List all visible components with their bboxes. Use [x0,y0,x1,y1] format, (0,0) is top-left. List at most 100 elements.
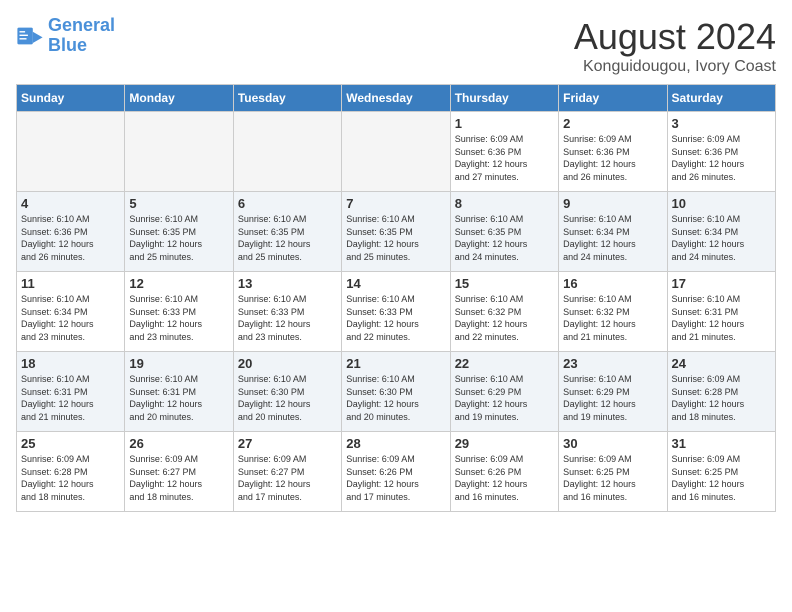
weekday-header: Sunday [17,85,125,112]
calendar-day-cell: 25 Sunrise: 6:09 AMSunset: 6:28 PMDayligh… [17,432,125,512]
calendar-week-row: 18 Sunrise: 6:10 AMSunset: 6:31 PMDayligh… [17,352,776,432]
day-number: 11 [21,276,120,291]
weekday-header: Monday [125,85,233,112]
calendar-day-cell: 29Sunrise: 6:09 AMSunset: 6:26 PMDayligh… [450,432,558,512]
day-number: 1 [455,116,554,131]
day-number: 4 [21,196,120,211]
calendar-day-cell: 11 Sunrise: 6:10 AMSunset: 6:34 PMDayligh… [17,272,125,352]
day-number: 18 [21,356,120,371]
day-info: Sunrise: 6:10 AMSunset: 6:31 PMDaylight:… [21,373,120,423]
calendar-week-row: 4 Sunrise: 6:10 AMSunset: 6:36 PMDaylight… [17,192,776,272]
day-number: 7 [346,196,445,211]
day-info: Sunrise: 6:10 AMSunset: 6:32 PMDaylight:… [563,293,662,343]
day-number: 16 [563,276,662,291]
calendar-day-cell: 21 Sunrise: 6:10 AMSunset: 6:30 PMDayligh… [342,352,450,432]
day-number: 25 [21,436,120,451]
day-number: 15 [455,276,554,291]
day-info: Sunrise: 6:09 AMSunset: 6:36 PMDaylight:… [455,133,554,183]
calendar-day-cell: 4 Sunrise: 6:10 AMSunset: 6:36 PMDaylight… [17,192,125,272]
day-info: Sunrise: 6:09 AMSunset: 6:27 PMDaylight:… [238,453,337,503]
calendar-day-cell: 26 Sunrise: 6:09 AMSunset: 6:27 PMDayligh… [125,432,233,512]
calendar-day-cell: 22 Sunrise: 6:10 AMSunset: 6:29 PMDayligh… [450,352,558,432]
day-number: 9 [563,196,662,211]
day-info: Sunrise: 6:10 AMSunset: 6:35 PMDaylight:… [455,213,554,263]
day-info: Sunrise: 6:10 AMSunset: 6:33 PMDaylight:… [129,293,228,343]
calendar-day-cell: 19 Sunrise: 6:10 AMSunset: 6:31 PMDayligh… [125,352,233,432]
day-number: 5 [129,196,228,211]
month-title: August 2024 [574,16,776,58]
title-area: August 2024 Konguidougou, Ivory Coast [574,16,776,76]
calendar-day-cell: 2 Sunrise: 6:09 AMSunset: 6:36 PMDaylight… [559,112,667,192]
calendar-day-cell: 27 Sunrise: 6:09 AMSunset: 6:27 PMDayligh… [233,432,341,512]
day-number: 22 [455,356,554,371]
day-number: 23 [563,356,662,371]
day-number: 29 [455,436,554,451]
calendar-day-cell: 17 Sunrise: 6:10 AMSunset: 6:31 PMDayligh… [667,272,775,352]
day-number: 3 [672,116,771,131]
calendar-day-cell: 12 Sunrise: 6:10 AMSunset: 6:33 PMDayligh… [125,272,233,352]
weekday-header-row: SundayMondayTuesdayWednesdayThursdayFrid… [17,85,776,112]
day-info: Sunrise: 6:10 AMSunset: 6:30 PMDaylight:… [346,373,445,423]
day-number: 24 [672,356,771,371]
day-info: Sunrise: 6:09 AMSunset: 6:27 PMDaylight:… [129,453,228,503]
calendar-day-cell: 6Sunrise: 6:10 AMSunset: 6:35 PMDaylight… [233,192,341,272]
logo-text: General Blue [48,16,115,56]
day-number: 26 [129,436,228,451]
calendar-day-cell: 10Sunrise: 6:10 AMSunset: 6:34 PMDayligh… [667,192,775,272]
calendar-day-cell: 18 Sunrise: 6:10 AMSunset: 6:31 PMDayligh… [17,352,125,432]
calendar-day-cell [233,112,341,192]
weekday-header: Tuesday [233,85,341,112]
calendar-day-cell: 5 Sunrise: 6:10 AMSunset: 6:35 PMDaylight… [125,192,233,272]
calendar-day-cell: 28Sunrise: 6:09 AMSunset: 6:26 PMDayligh… [342,432,450,512]
day-info: Sunrise: 6:09 AMSunset: 6:25 PMDaylight:… [563,453,662,503]
calendar-week-row: 25 Sunrise: 6:09 AMSunset: 6:28 PMDayligh… [17,432,776,512]
day-info: Sunrise: 6:09 AMSunset: 6:26 PMDaylight:… [346,453,445,503]
calendar-week-row: 11 Sunrise: 6:10 AMSunset: 6:34 PMDayligh… [17,272,776,352]
day-info: Sunrise: 6:10 AMSunset: 6:33 PMDaylight:… [238,293,337,343]
day-number: 21 [346,356,445,371]
day-number: 17 [672,276,771,291]
calendar-day-cell: 1 Sunrise: 6:09 AMSunset: 6:36 PMDaylight… [450,112,558,192]
calendar-day-cell: 20Sunrise: 6:10 AMSunset: 6:30 PMDayligh… [233,352,341,432]
day-info: Sunrise: 6:10 AMSunset: 6:34 PMDaylight:… [672,213,771,263]
calendar-day-cell: 30 Sunrise: 6:09 AMSunset: 6:25 PMDayligh… [559,432,667,512]
day-info: Sunrise: 6:10 AMSunset: 6:34 PMDaylight:… [21,293,120,343]
day-info: Sunrise: 6:10 AMSunset: 6:35 PMDaylight:… [346,213,445,263]
calendar-week-row: 1 Sunrise: 6:09 AMSunset: 6:36 PMDaylight… [17,112,776,192]
calendar-day-cell: 31Sunrise: 6:09 AMSunset: 6:25 PMDayligh… [667,432,775,512]
calendar-day-cell: 13Sunrise: 6:10 AMSunset: 6:33 PMDayligh… [233,272,341,352]
day-number: 2 [563,116,662,131]
day-number: 12 [129,276,228,291]
day-info: Sunrise: 6:10 AMSunset: 6:29 PMDaylight:… [455,373,554,423]
day-number: 31 [672,436,771,451]
weekday-header: Saturday [667,85,775,112]
day-number: 8 [455,196,554,211]
day-info: Sunrise: 6:10 AMSunset: 6:30 PMDaylight:… [238,373,337,423]
day-info: Sunrise: 6:10 AMSunset: 6:36 PMDaylight:… [21,213,120,263]
day-info: Sunrise: 6:10 AMSunset: 6:31 PMDaylight:… [672,293,771,343]
day-number: 27 [238,436,337,451]
calendar-day-cell: 3Sunrise: 6:09 AMSunset: 6:36 PMDaylight… [667,112,775,192]
day-info: Sunrise: 6:10 AMSunset: 6:35 PMDaylight:… [129,213,228,263]
day-info: Sunrise: 6:10 AMSunset: 6:31 PMDaylight:… [129,373,228,423]
day-number: 30 [563,436,662,451]
location: Konguidougou, Ivory Coast [574,58,776,76]
day-info: Sunrise: 6:10 AMSunset: 6:34 PMDaylight:… [563,213,662,263]
calendar-day-cell: 14Sunrise: 6:10 AMSunset: 6:33 PMDayligh… [342,272,450,352]
calendar-table: SundayMondayTuesdayWednesdayThursdayFrid… [16,84,776,512]
day-info: Sunrise: 6:09 AMSunset: 6:36 PMDaylight:… [563,133,662,183]
calendar-day-cell [125,112,233,192]
day-number: 6 [238,196,337,211]
calendar-day-cell: 15Sunrise: 6:10 AMSunset: 6:32 PMDayligh… [450,272,558,352]
day-info: Sunrise: 6:09 AMSunset: 6:28 PMDaylight:… [21,453,120,503]
calendar-day-cell: 24 Sunrise: 6:09 AMSunset: 6:28 PMDayligh… [667,352,775,432]
day-number: 19 [129,356,228,371]
calendar-day-cell [342,112,450,192]
day-info: Sunrise: 6:10 AMSunset: 6:29 PMDaylight:… [563,373,662,423]
weekday-header: Friday [559,85,667,112]
day-info: Sunrise: 6:09 AMSunset: 6:28 PMDaylight:… [672,373,771,423]
calendar-day-cell [17,112,125,192]
weekday-header: Thursday [450,85,558,112]
logo-icon [16,22,44,50]
calendar-day-cell: 23 Sunrise: 6:10 AMSunset: 6:29 PMDayligh… [559,352,667,432]
